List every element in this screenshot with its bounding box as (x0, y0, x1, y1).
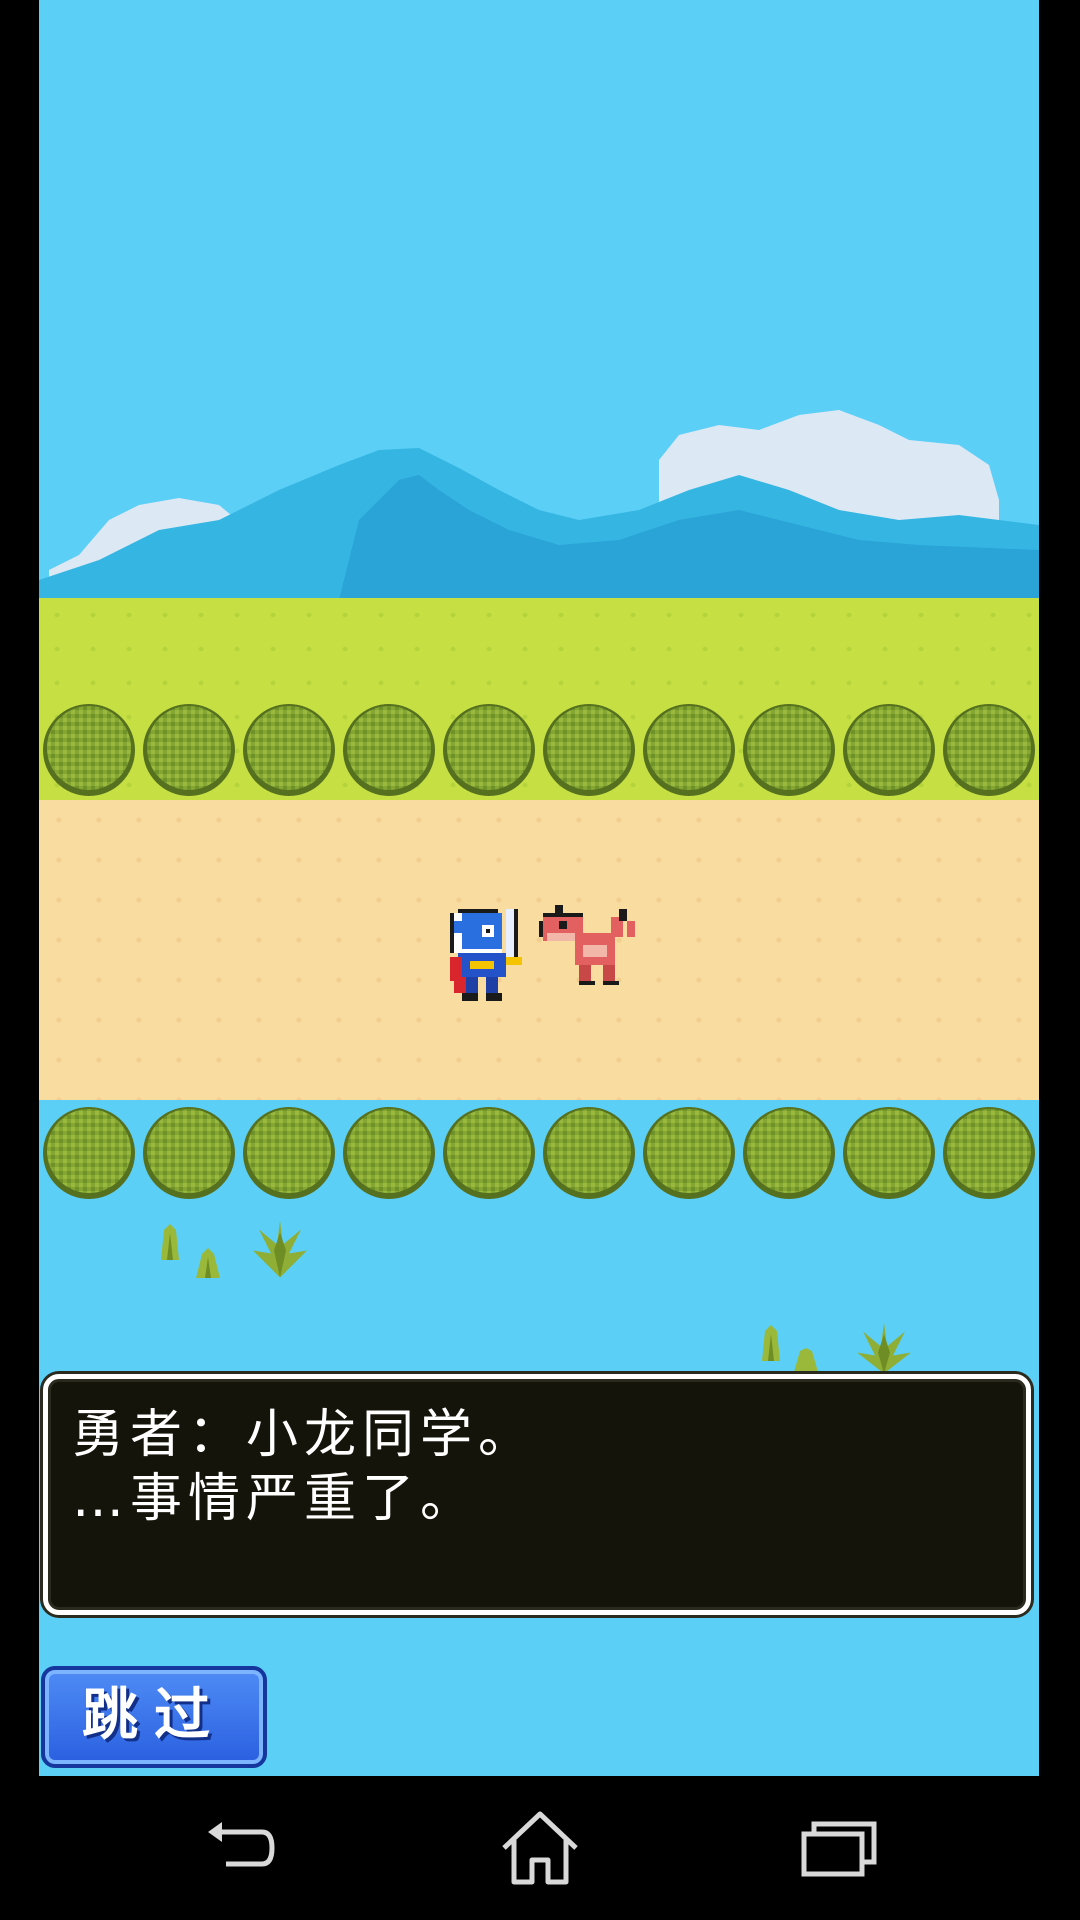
bush-row-bottom (39, 1103, 1039, 1203)
skip-button[interactable]: 跳过 (41, 1666, 267, 1768)
bush-row-top (39, 702, 1039, 802)
home-icon (502, 1811, 578, 1885)
grass-tuft (794, 1348, 818, 1372)
recents-button[interactable] (785, 1808, 895, 1888)
hero-knight-sprite (450, 909, 522, 1001)
dialog-line-2: …事情严重了。 (72, 1469, 479, 1529)
navigation-bar (0, 1776, 1080, 1920)
back-button[interactable] (185, 1808, 295, 1888)
dialog-line-1: 勇者：小龙同学。 (72, 1405, 537, 1465)
grass-tuft (762, 1325, 780, 1361)
home-button[interactable] (485, 1808, 595, 1888)
screen: 勇者：小龙同学。 …事情严重了。 跳过 (0, 0, 1080, 1920)
back-icon (208, 1822, 275, 1867)
grass-tuft (161, 1224, 179, 1260)
weed-plant (857, 1322, 911, 1374)
grass-tuft (196, 1248, 220, 1278)
mountains-and-clouds (39, 410, 1039, 600)
red-dragon-sprite (539, 905, 635, 985)
weed-plant (253, 1220, 307, 1278)
dialog-box[interactable]: 勇者：小龙同学。 …事情严重了。 (43, 1374, 1031, 1615)
recents-icon (801, 1821, 877, 1877)
